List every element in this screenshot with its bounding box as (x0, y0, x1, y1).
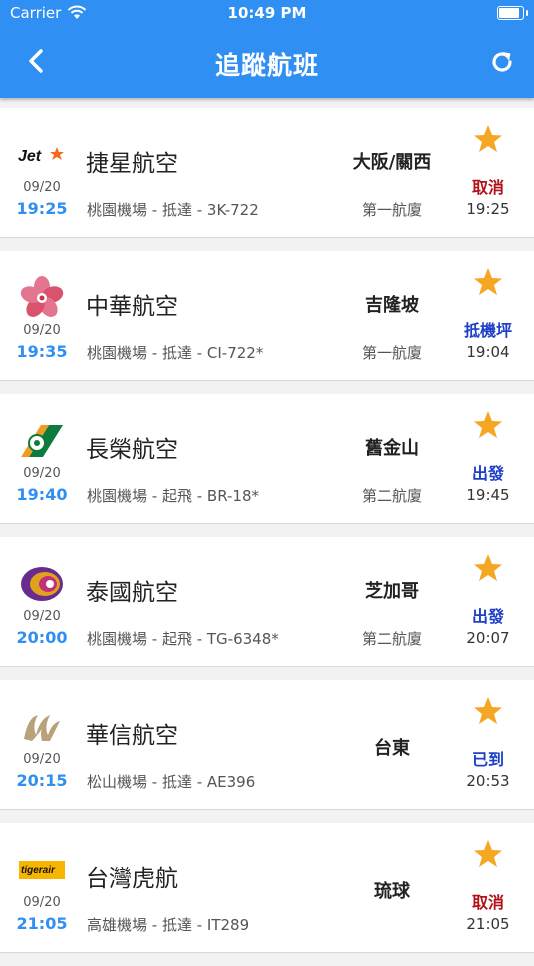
flight-info: 高雄機場 - 抵達 - IT289 (87, 916, 250, 934)
nav-bar: 追蹤航班 (0, 42, 534, 82)
flight-list: Jet 09/20 19:25 捷星航空 桃園機場 - 抵達 - 3K-722 … (0, 108, 534, 966)
status-bar: Carrier 10:49 PM (0, 4, 534, 24)
flight-date: 09/20 (23, 895, 61, 910)
tigerair-logo-text: tigerair (21, 865, 56, 876)
flight-status: 出發 (471, 464, 504, 483)
destination: 台東 (374, 738, 410, 759)
scheduled-time: 19:25 (16, 199, 68, 218)
star-icon[interactable] (473, 267, 503, 297)
flight-card[interactable]: Jet 09/20 19:25 捷星航空 桃園機場 - 抵達 - 3K-722 … (0, 108, 534, 238)
destination: 吉隆坡 (365, 295, 419, 316)
flight-card[interactable]: tigerair 09/20 21:05 台灣虎航 高雄機場 - 抵達 - IT… (0, 823, 534, 953)
status-time: 19:25 (466, 200, 510, 218)
flight-card[interactable]: 09/20 19:35 中華航空 桃園機場 - 抵達 - CI-722* 吉隆坡… (0, 251, 534, 381)
china-airlines-logo (18, 275, 66, 321)
terminal: 第二航廈 (361, 487, 422, 505)
flight-date: 09/20 (23, 323, 61, 338)
star-icon[interactable] (473, 410, 503, 440)
destination: 琉球 (374, 881, 410, 902)
airline-name: 捷星航空 (86, 151, 178, 177)
status-time: 20:07 (466, 629, 510, 647)
status-time: 21:05 (466, 915, 510, 933)
airline-name: 中華航空 (86, 294, 178, 320)
scheduled-time: 20:15 (16, 771, 68, 790)
flight-status: 取消 (471, 893, 504, 912)
terminal: 第一航廈 (361, 201, 422, 219)
destination: 舊金山 (365, 438, 419, 459)
flight-info: 桃園機場 - 起飛 - TG-6348* (87, 630, 279, 648)
flight-date: 09/20 (23, 180, 61, 195)
status-time: 19:45 (466, 486, 510, 504)
terminal: 第二航廈 (361, 630, 422, 648)
terminal: 第一航廈 (361, 344, 422, 362)
airline-name: 華信航空 (86, 723, 178, 749)
destination: 大阪/關西 (352, 152, 432, 173)
status-time: 19:04 (466, 343, 510, 361)
airline-name: 泰國航空 (86, 580, 178, 606)
jetstar-logo: Jet (18, 132, 66, 178)
page-title: 追蹤航班 (214, 51, 319, 80)
refresh-icon[interactable] (488, 48, 516, 76)
flight-date: 09/20 (23, 466, 61, 481)
flight-card[interactable]: 09/20 20:15 華信航空 松山機場 - 抵達 - AE396 台東 已到… (0, 680, 534, 810)
destination: 芝加哥 (365, 581, 419, 602)
star-icon[interactable] (473, 553, 503, 583)
jetstar-logo-text: Jet (18, 148, 42, 165)
flight-info: 桃園機場 - 起飛 - BR-18* (87, 487, 260, 505)
app-header: Carrier 10:49 PM 追蹤航班 (0, 0, 534, 98)
flight-info: 桃園機場 - 抵達 - 3K-722 (87, 201, 259, 219)
flight-card[interactable]: 09/20 20:00 泰國航空 桃園機場 - 起飛 - TG-6348* 芝加… (0, 537, 534, 667)
flight-status: 出發 (471, 607, 504, 626)
mandarin-airlines-logo (18, 704, 66, 750)
flight-card[interactable]: 09/20 19:40 長榮航空 桃園機場 - 起飛 - BR-18* 舊金山 … (0, 394, 534, 524)
star-icon[interactable] (473, 839, 503, 869)
star-icon[interactable] (473, 124, 503, 154)
thai-airways-logo (18, 561, 66, 607)
eva-air-logo (18, 418, 66, 464)
flight-status: 取消 (471, 178, 504, 197)
scheduled-time: 21:05 (16, 914, 68, 933)
airline-name: 台灣虎航 (86, 866, 178, 892)
flight-date: 09/20 (23, 609, 61, 624)
star-icon[interactable] (473, 696, 503, 726)
airline-name: 長榮航空 (86, 437, 178, 463)
scheduled-time: 19:35 (16, 342, 68, 361)
flight-status: 抵機坪 (463, 321, 512, 340)
flight-date: 09/20 (23, 752, 61, 767)
flight-info: 桃園機場 - 抵達 - CI-722* (87, 344, 264, 362)
status-time: 20:53 (466, 772, 510, 790)
flight-status: 已到 (471, 750, 504, 769)
scheduled-time: 20:00 (16, 628, 68, 647)
tigerair-logo: tigerair (18, 847, 66, 893)
clock: 10:49 PM (227, 4, 307, 22)
flight-info: 松山機場 - 抵達 - AE396 (87, 773, 256, 791)
battery-icon (497, 6, 528, 20)
scheduled-time: 19:40 (16, 485, 68, 504)
